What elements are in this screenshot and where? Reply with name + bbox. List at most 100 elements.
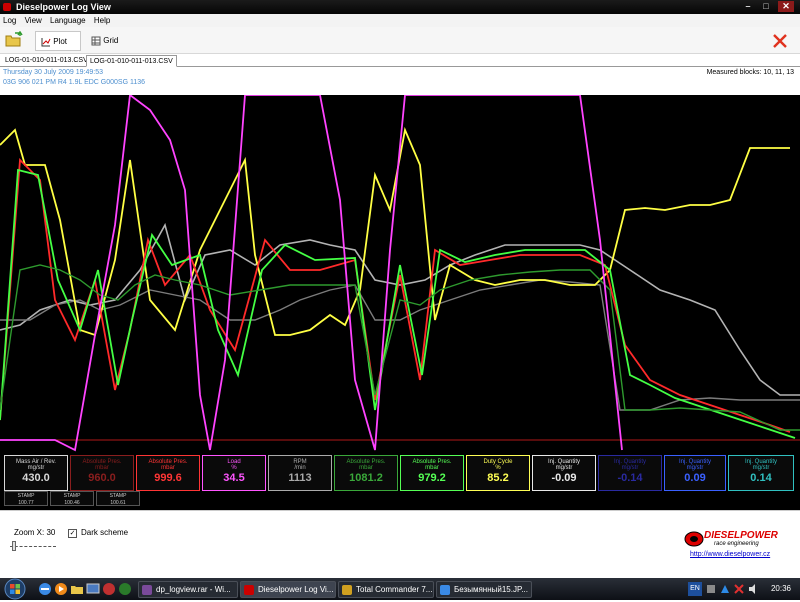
clock[interactable]: 20:36 bbox=[766, 581, 796, 597]
stamp-label: STAMP bbox=[63, 493, 81, 499]
menu-bar: Log View Language Help bbox=[0, 14, 800, 27]
tray-warning-icon[interactable] bbox=[734, 583, 744, 595]
winrar-icon bbox=[142, 585, 152, 595]
dark-scheme-checkbox[interactable]: ✓ bbox=[68, 529, 77, 538]
panel-unit: mbar bbox=[95, 465, 109, 471]
quicklaunch-ie-icon[interactable] bbox=[38, 582, 52, 596]
panel-abs-pres-2: Absolute Pres. mbar 999.6 bbox=[136, 455, 200, 491]
title-bar: Dieselpower Log View – □ ✕ bbox=[0, 0, 800, 14]
task-total-commander[interactable]: Total Commander 7... bbox=[338, 581, 434, 598]
panel-unit: /min bbox=[294, 465, 306, 471]
task-label: Dieselpower Log Vi... bbox=[258, 585, 334, 594]
task-logview[interactable]: Dieselpower Log Vi... bbox=[240, 581, 336, 598]
menu-log[interactable]: Log bbox=[0, 14, 19, 27]
panel-abs-pres-3: Absolute Pres. mbar 1081.2 bbox=[334, 455, 398, 491]
toolbar: Plot Grid bbox=[0, 27, 800, 54]
close-button[interactable]: ✕ bbox=[778, 1, 794, 12]
panel-unit: % bbox=[231, 465, 237, 471]
brand-sub: race engineering bbox=[714, 541, 759, 547]
file-tab-1[interactable]: LOG-01-010-011-013.CSV bbox=[2, 55, 91, 67]
plot-label: Plot bbox=[53, 37, 68, 46]
quicklaunch-more-icon[interactable] bbox=[118, 582, 132, 596]
taskbar: dp_logview.rar - Wi... Dieselpower Log V… bbox=[0, 578, 800, 600]
grid-tab-button[interactable]: Grid bbox=[88, 31, 128, 51]
app-icon bbox=[3, 3, 11, 11]
dieselpower-logo: DIESELPOWER race engineering bbox=[684, 528, 778, 550]
plot-icon bbox=[41, 37, 51, 47]
panel-inj-qty-4: Inj. Quantity mg/str 0.14 bbox=[728, 455, 794, 491]
panel-unit: mbar bbox=[425, 465, 439, 471]
panel-unit: mg/str bbox=[686, 465, 704, 471]
image-icon bbox=[440, 585, 450, 595]
stamp-1: STAMP 100.77 bbox=[4, 491, 48, 506]
logo-icon bbox=[684, 531, 704, 547]
ecu-info: 03G 906 021 PM R4 1.9L EDC G000SG 1136 bbox=[3, 79, 146, 86]
panel-abs-pres-4: Absolute Pres. mbar 979.2 bbox=[400, 455, 464, 491]
quicklaunch-folder-icon[interactable] bbox=[70, 582, 84, 596]
start-button[interactable] bbox=[0, 578, 38, 600]
measured-blocks: Measured blocks: 10, 11, 13 bbox=[706, 69, 794, 76]
task-label: Total Commander 7... bbox=[356, 585, 433, 594]
zoom-thumb[interactable] bbox=[12, 541, 16, 551]
panel-value: 34.5 bbox=[223, 472, 245, 484]
panel-unit: mbar bbox=[161, 465, 175, 471]
panel-mass-air: Mass Air / Rev. mg/str 430.0 bbox=[4, 455, 68, 491]
tray-icon-2[interactable] bbox=[720, 583, 730, 595]
panel-rpm: RPM /min 1113 bbox=[268, 455, 332, 491]
series-green bbox=[0, 168, 796, 439]
info-bar: Thursday 30 July 2009 19:49:53 03G 906 0… bbox=[0, 67, 800, 95]
close-log-button[interactable] bbox=[772, 31, 792, 51]
task-winrar[interactable]: dp_logview.rar - Wi... bbox=[138, 581, 238, 598]
maximize-button[interactable]: □ bbox=[758, 1, 774, 12]
panel-value: 85.2 bbox=[487, 472, 509, 484]
panel-unit: mg/str bbox=[27, 465, 45, 471]
task-label: Безымянный15.JP... bbox=[454, 585, 528, 594]
file-tab-2[interactable]: LOG-01-010-011-013.CSV bbox=[86, 55, 177, 67]
panel-duty-cycle: Duty Cycle % 85.2 bbox=[466, 455, 530, 491]
logview-icon bbox=[244, 585, 254, 595]
stamp-value: 100.61 bbox=[110, 500, 126, 506]
website-link[interactable]: http://www.dieselpower.cz bbox=[690, 551, 770, 558]
panel-value: 1081.2 bbox=[349, 472, 383, 484]
tray-volume-icon[interactable] bbox=[748, 583, 758, 595]
windows-logo-icon bbox=[4, 578, 26, 600]
panel-value: 1113 bbox=[288, 472, 312, 484]
file-tabs: LOG-01-010-011-013.CSV LOG-01-010-011-01… bbox=[0, 54, 800, 67]
panel-unit: mg/str bbox=[555, 465, 573, 471]
panel-abs-pres-1: Absolute Pres. mbar 960.0 bbox=[70, 455, 134, 491]
panel-value: -0.09 bbox=[551, 472, 577, 484]
panel-value: 0.14 bbox=[750, 472, 772, 484]
menu-help[interactable]: Help bbox=[91, 14, 113, 27]
panel-value: 430.0 bbox=[22, 472, 50, 484]
log-plot[interactable] bbox=[0, 95, 800, 510]
quicklaunch-app-icon[interactable] bbox=[102, 582, 116, 596]
quicklaunch-media-icon[interactable] bbox=[54, 582, 68, 596]
panel-inj-qty-2: Inj. Quantity mg/str -0.14 bbox=[598, 455, 662, 491]
stamp-3: STAMP 100.61 bbox=[96, 491, 140, 506]
window-title: Dieselpower Log View bbox=[16, 2, 111, 12]
log-date: Thursday 30 July 2009 19:49:53 bbox=[3, 69, 104, 76]
language-indicator[interactable]: EN bbox=[688, 582, 702, 596]
stamp-2: STAMP 100.46 bbox=[50, 491, 94, 506]
panel-unit: % bbox=[495, 465, 501, 471]
minimize-button[interactable]: – bbox=[740, 1, 756, 12]
zoom-slider[interactable] bbox=[10, 540, 56, 552]
plot-tab-button[interactable]: Plot bbox=[35, 31, 81, 51]
dark-scheme-label: Dark scheme bbox=[81, 528, 129, 537]
menu-view[interactable]: View bbox=[22, 14, 45, 27]
task-image[interactable]: Безымянный15.JP... bbox=[436, 581, 532, 598]
bottom-panel: Zoom X: 30 ✓ Dark scheme DIESELPOWER rac… bbox=[0, 510, 800, 578]
grid-label: Grid bbox=[103, 36, 119, 45]
panel-value: 960.0 bbox=[88, 472, 116, 484]
menu-language[interactable]: Language bbox=[47, 14, 89, 27]
stamp-label: STAMP bbox=[109, 493, 127, 499]
close-log-icon bbox=[773, 34, 787, 48]
tray-icon-1[interactable] bbox=[706, 583, 716, 595]
panel-inj-qty-1: Inj. Quantity mg/str -0.09 bbox=[532, 455, 596, 491]
panel-load: Load % 34.5 bbox=[202, 455, 266, 491]
panel-inj-qty-3: Inj. Quantity mg/str 0.09 bbox=[664, 455, 726, 491]
zoom-track bbox=[10, 546, 56, 547]
app-window: Dieselpower Log View – □ ✕ Log View Lang… bbox=[0, 0, 800, 600]
quicklaunch-desktop-icon[interactable] bbox=[86, 582, 100, 596]
open-folder-button[interactable] bbox=[4, 30, 28, 51]
